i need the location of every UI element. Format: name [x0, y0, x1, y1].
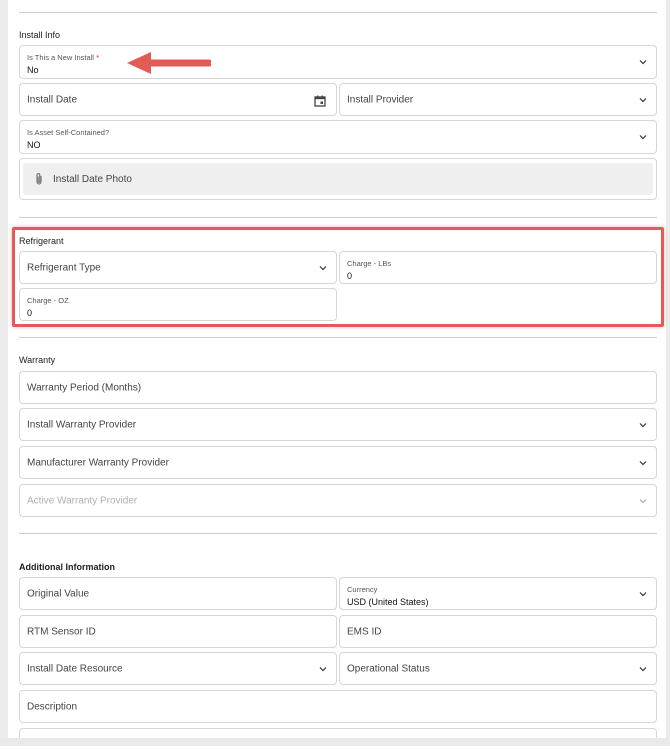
chevron-down-icon — [639, 665, 647, 673]
active-warranty-provider-placeholder: Active Warranty Provider — [27, 495, 138, 506]
section-divider — [19, 337, 657, 338]
section-divider — [19, 533, 657, 534]
section-divider — [19, 12, 657, 13]
ems-id-placeholder: EMS ID — [347, 626, 382, 637]
chevron-down-icon — [319, 665, 327, 673]
chevron-down-icon — [639, 459, 647, 467]
install-provider-select[interactable]: Install Provider — [339, 83, 657, 116]
rtm-sensor-id-placeholder: RTM Sensor ID — [27, 626, 96, 637]
new-install-label: Is This a New Install — [27, 53, 94, 62]
manufacturer-warranty-provider-placeholder: Manufacturer Warranty Provider — [27, 457, 169, 468]
install-provider-placeholder: Install Provider — [347, 94, 414, 105]
asset-self-contained-select[interactable]: Is Asset Self-Contained? NO — [19, 120, 657, 154]
rtm-sensor-id-field[interactable]: RTM Sensor ID — [19, 615, 337, 648]
original-value-field[interactable]: Original Value — [19, 577, 337, 610]
additional-information-title: Additional Information — [19, 562, 115, 572]
asset-form-page: Install Info Is This a New Install * No … — [0, 0, 670, 749]
chevron-down-icon — [639, 96, 647, 104]
install-date-resource-placeholder: Install Date Resource — [27, 663, 123, 674]
scrollbar-track[interactable] — [666, 0, 670, 746]
asset-self-contained-label: Is Asset Self-Contained? — [27, 128, 110, 137]
asset-self-contained-value: NO — [27, 140, 41, 150]
chevron-down-icon — [639, 133, 647, 141]
install-date-photo-upload[interactable]: Install Date Photo — [23, 163, 653, 195]
currency-label: Currency — [347, 585, 378, 594]
warranty-period-placeholder: Warranty Period (Months) — [27, 382, 142, 393]
left-edge — [0, 0, 8, 746]
chevron-down-icon — [639, 421, 647, 429]
section-divider — [19, 217, 657, 218]
operational-status-placeholder: Operational Status — [347, 663, 430, 674]
active-warranty-provider-select[interactable]: Active Warranty Provider — [19, 484, 657, 517]
manufacturer-warranty-provider-select[interactable]: Manufacturer Warranty Provider — [19, 446, 657, 479]
install-date-resource-select[interactable]: Install Date Resource — [19, 652, 337, 685]
paperclip-icon — [34, 172, 44, 186]
new-install-value: No — [27, 65, 39, 75]
required-asterisk: * — [96, 53, 99, 62]
install-info-title: Install Info — [19, 30, 61, 40]
currency-select[interactable]: Currency USD (United States) — [339, 577, 657, 610]
calendar-icon[interactable] — [314, 94, 326, 107]
description-field[interactable]: Description — [19, 690, 657, 723]
chevron-down-icon — [639, 497, 647, 505]
description-placeholder: Description — [27, 701, 78, 712]
ems-id-field[interactable]: EMS ID — [339, 615, 657, 648]
bottom-edge — [0, 738, 670, 746]
install-date-photo-label: Install Date Photo — [53, 174, 132, 185]
install-date-field[interactable]: Install Date — [19, 83, 337, 116]
new-install-select[interactable]: Is This a New Install * No — [19, 45, 657, 79]
refrigerant-highlight-box — [12, 227, 664, 327]
annotation-arrow-icon — [127, 52, 211, 74]
warranty-period-field[interactable]: Warranty Period (Months) — [19, 371, 657, 404]
warranty-title: Warranty — [19, 355, 56, 365]
original-value-placeholder: Original Value — [27, 588, 90, 599]
install-warranty-provider-select[interactable]: Install Warranty Provider — [19, 408, 657, 441]
chevron-down-icon — [639, 58, 647, 66]
install-warranty-provider-placeholder: Install Warranty Provider — [27, 419, 137, 430]
operational-status-select[interactable]: Operational Status — [339, 652, 657, 685]
chevron-down-icon — [639, 590, 647, 598]
currency-value: USD (United States) — [347, 597, 429, 607]
install-date-placeholder: Install Date — [27, 94, 78, 105]
